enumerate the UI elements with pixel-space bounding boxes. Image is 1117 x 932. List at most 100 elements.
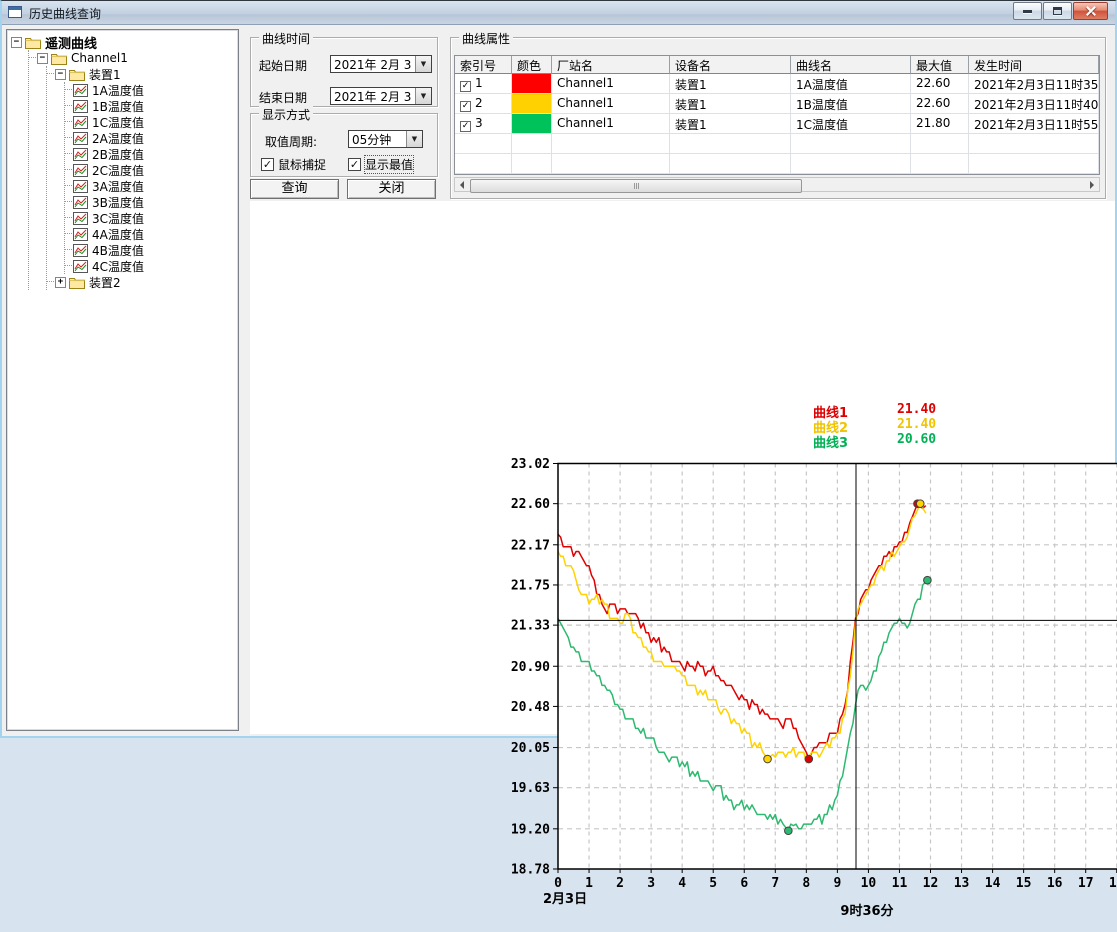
query-button[interactable]: 查询 [250,179,339,199]
tree-item[interactable]: − Channel1 [29,50,236,66]
expand-toggle-icon[interactable]: + [55,277,66,288]
y-tick-label: 22.17 [511,538,550,553]
display-mode-title: 显示方式 [259,106,313,123]
row-checkbox[interactable]: ✓ [460,81,471,92]
curve-name-cell: 1C温度值 [791,114,911,134]
table-row[interactable]: ✓3Channel1装置11C温度值21.802021年2月3日11时55 [455,114,1099,134]
folder-icon [69,276,85,289]
close-dialog-button[interactable]: 关闭 [347,179,436,199]
time-cell: 2021年2月3日11时40 [969,94,1099,114]
tree-children: −Channel1−装置11A温度值1B温度值1C温度值2A温度值2B温度值2C… [28,50,236,290]
color-swatch [512,94,552,114]
curve-icon [73,244,88,257]
minimize-button[interactable] [1013,2,1042,20]
y-tick-label: 19.63 [511,781,550,796]
column-header[interactable]: 发生时间 [969,56,1099,74]
column-header[interactable]: 颜色 [512,56,552,74]
checkbox-show-extremes[interactable]: ✓ 显示最值 [348,156,413,173]
column-header[interactable]: 设备名 [670,56,791,74]
column-header[interactable]: 最大值 [911,56,969,74]
close-button[interactable] [1073,2,1108,20]
collapse-toggle-icon[interactable]: − [11,37,22,48]
x-tick-label: 7 [771,876,779,891]
x-tick-label: 0 [554,876,562,891]
period-combobox[interactable]: 05分钟 ▼ [348,130,423,148]
y-tick-label: 20.05 [511,741,550,756]
column-header[interactable]: 厂站名 [552,56,670,74]
y-tick-label: 22.60 [511,497,550,512]
x-tick-label: 6 [740,876,748,891]
tree-item[interactable]: 3A温度值 [65,178,236,194]
collapse-toggle-icon[interactable]: − [55,69,66,80]
crosshair-time-label: 9时36分 [840,903,893,919]
column-header[interactable]: 曲线名 [791,56,911,74]
legend-row: 曲线221.40 [813,417,848,432]
curve-icon [73,148,88,161]
tree-connector [65,249,72,251]
tree-item[interactable]: 1C温度值 [65,114,236,130]
tree-connector [65,185,72,187]
row-checkbox[interactable]: ✓ [460,121,471,132]
scroll-left-button[interactable] [455,178,469,191]
end-date-combobox[interactable]: 2021年 2月 3 ▼ [330,87,432,105]
tree-item[interactable]: − 装置1 [47,66,236,82]
end-date-value: 2021年 2月 3 [331,88,415,105]
empty-cell [455,154,512,174]
legend-series-name: 曲线3 [813,436,848,451]
empty-cell [911,154,969,174]
tree-item[interactable]: 1A温度值 [65,82,236,98]
empty-cell [670,134,791,154]
tree-item-label: Channel1 [71,51,128,65]
tree-item[interactable]: 2C温度值 [65,162,236,178]
history-curve-chart[interactable]: 23.0222.6022.1721.7521.3320.9020.4820.05… [500,451,1117,929]
tree-item[interactable]: 4A温度值 [65,226,236,242]
chart-panel: 曲线121.40曲线221.40曲线320.60 23.0222.6022.17… [250,201,1115,734]
tree-root: −遥测曲线−Channel1−装置11A温度值1B温度值1C温度值2A温度值2B… [11,34,236,290]
checkbox-mouse-capture[interactable]: ✓ 鼠标捕捉 [261,156,326,173]
chevron-down-icon[interactable]: ▼ [415,88,431,104]
legend-series-value: 20.60 [897,432,936,447]
checkbox-checked-icon: ✓ [261,158,274,171]
tree-connector [65,153,72,155]
collapse-toggle-icon[interactable]: − [37,53,48,64]
column-header[interactable]: 索引号 [455,56,512,74]
start-date-combobox[interactable]: 2021年 2月 3 ▼ [330,55,432,73]
tree-item[interactable]: 2A温度值 [65,130,236,146]
table-row[interactable]: ✓1Channel1装置11A温度值22.602021年2月3日11时35 [455,74,1099,94]
tree-item[interactable]: 1B温度值 [65,98,236,114]
max-marker [924,576,932,584]
tree-item[interactable]: 3B温度值 [65,194,236,210]
chevron-down-icon[interactable]: ▼ [415,56,431,72]
app-icon [8,6,22,18]
legend-series-value: 21.40 [897,402,936,417]
curve-icon [73,164,88,177]
chevron-down-icon[interactable]: ▼ [406,131,422,147]
tree-item[interactable]: 3C温度值 [65,210,236,226]
scroll-left-icon [460,181,464,189]
chart-area[interactable]: 23.0222.6022.1721.7521.3320.9020.4820.05… [500,451,1117,929]
restore-button[interactable] [1043,2,1072,20]
x-tick-label: 5 [709,876,717,891]
tree-item-label: 装置1 [89,66,121,83]
tree-item[interactable]: −遥测曲线 [11,34,236,50]
tree-connector [65,105,72,107]
x-tick-label: 14 [985,876,1001,891]
tree-item[interactable]: 4C温度值 [65,258,236,274]
tree-connector [65,137,72,139]
curve-name-cell: 1A温度值 [791,74,911,94]
tree-item[interactable]: +装置2 [47,274,236,290]
title-bar: 历史曲线查询 [2,1,1115,25]
tree-item-label: 3B温度值 [92,194,144,211]
start-date-value: 2021年 2月 3 [331,56,415,73]
table-row[interactable]: ✓2Channel1装置11B温度值22.602021年2月3日11时40 [455,94,1099,114]
time-cell: 2021年2月3日11时35 [969,74,1099,94]
row-checkbox[interactable]: ✓ [460,101,471,112]
tree-item[interactable]: 2B温度值 [65,146,236,162]
horizontal-scrollbar[interactable] [454,177,1100,192]
scroll-right-button[interactable] [1085,178,1099,191]
curve-icon [73,132,88,145]
scrollbar-thumb[interactable] [470,179,802,193]
tree-item[interactable]: 4B温度值 [65,242,236,258]
empty-cell [455,134,512,154]
checkbox-checked-icon: ✓ [348,158,361,171]
